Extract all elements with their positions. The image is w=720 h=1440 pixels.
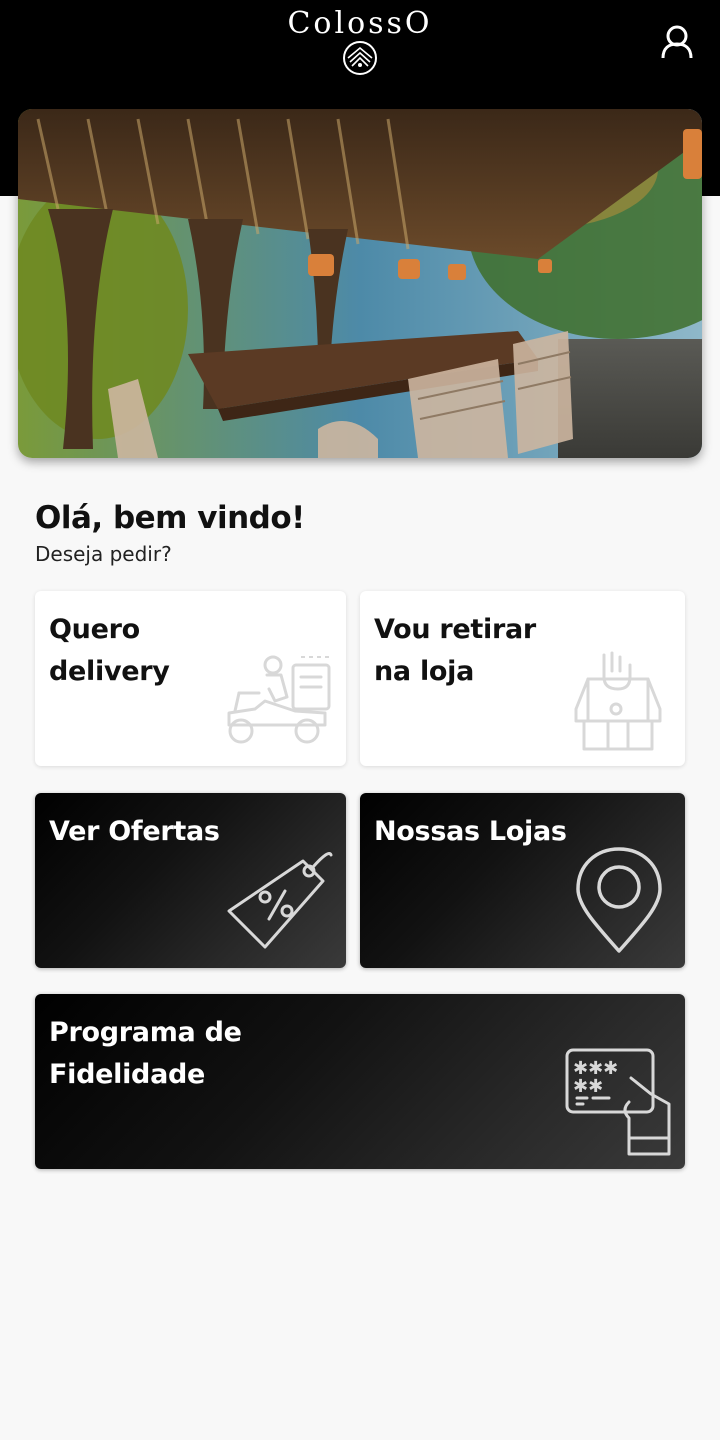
stores-card-label: Nossas Lojas — [374, 816, 567, 847]
delivery-card[interactable]: Quero delivery — [35, 591, 346, 766]
offers-card-label: Ver Ofertas — [49, 816, 220, 847]
greeting-subtitle: Deseja pedir? — [35, 542, 172, 566]
colosso-emblem-icon — [343, 41, 377, 75]
greeting-title: Olá, bem vindo! — [35, 500, 305, 536]
restaurant-patio-photo — [18, 109, 702, 458]
pickup-card[interactable]: Vou retirar na loja — [360, 591, 685, 766]
loyalty-card[interactable]: Programa de Fidelidade ✱✱✱ ✱✱ — [35, 994, 685, 1169]
user-profile-button[interactable] — [656, 22, 698, 64]
delivery-card-label: Quero delivery — [49, 614, 170, 687]
stores-card[interactable]: Nossas Lojas — [360, 793, 685, 968]
discount-tag-icon — [227, 852, 333, 949]
brand: ColossO — [0, 4, 720, 76]
svg-text:✱✱: ✱✱ — [573, 1076, 603, 1097]
hero-banner — [18, 109, 702, 458]
user-profile-icon — [661, 25, 693, 59]
store-pickup-icon — [574, 651, 662, 751]
pickup-card-label: Vou retirar na loja — [374, 614, 536, 687]
loyalty-card-label: Programa de Fidelidade — [49, 1017, 242, 1090]
offers-card[interactable]: Ver Ofertas — [35, 793, 346, 968]
brand-name: ColossO — [287, 6, 433, 41]
greeting: Olá, bem vindo! Deseja pedir? — [35, 498, 305, 566]
location-pin-icon — [576, 847, 662, 953]
loyalty-card-icon: ✱✱✱ ✱✱ — [565, 1048, 671, 1156]
